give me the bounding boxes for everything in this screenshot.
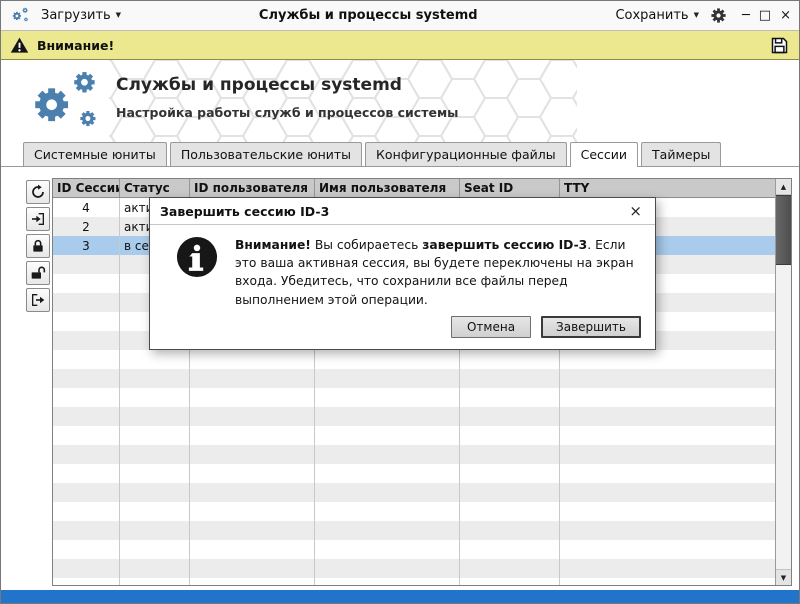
dialog-message-part: Вы собираетесь: [311, 238, 422, 252]
window-controls: ─ □ ×: [742, 9, 791, 22]
table-row-empty: [53, 521, 775, 540]
logout-icon: [30, 292, 46, 308]
scrollbar-thumb[interactable]: [776, 195, 791, 265]
dialog-titlebar: Завершить сессию ID-3 ×: [150, 198, 655, 225]
titlebar-left: Загрузить ▼: [9, 6, 125, 25]
titlebar: Загрузить ▼ Службы и процессы systemd Со…: [1, 1, 799, 31]
close-button[interactable]: ×: [780, 9, 791, 22]
dialog-message-part: Внимание!: [235, 238, 311, 252]
table-header-row: ID Сессии Статус ID пользователя Имя пол…: [53, 179, 775, 198]
tab-config-files[interactable]: Конфигурационные файлы: [365, 142, 567, 166]
warning-icon: [10, 36, 29, 55]
dialog-title: Завершить сессию ID-3: [160, 204, 329, 219]
tab-bar: Системные юниты Пользовательские юниты К…: [1, 142, 799, 167]
tab-system-units[interactable]: Системные юниты: [23, 142, 167, 166]
page-title: Службы и процессы systemd: [116, 75, 799, 95]
table-row-empty: [53, 540, 775, 559]
tab-timers[interactable]: Таймеры: [641, 142, 721, 166]
window-title: Службы и процессы systemd: [133, 8, 603, 23]
terminate-session-dialog: Завершить сессию ID-3 × Внимание! Вы соб…: [149, 197, 656, 350]
table-row-empty: [53, 369, 775, 388]
maximize-button[interactable]: □: [759, 9, 771, 22]
header-text: Службы и процессы systemd Настройка рабо…: [116, 60, 799, 120]
refresh-button[interactable]: [26, 180, 50, 204]
column-header-status: Статус: [120, 179, 190, 197]
lock-session-button[interactable]: [26, 234, 50, 258]
scroll-down-button[interactable]: ▼: [776, 569, 791, 585]
floppy-icon: [769, 35, 790, 56]
column-header-session-id: ID Сессии: [53, 179, 120, 197]
confirm-terminate-button[interactable]: Завершить: [541, 316, 641, 338]
table-row-empty: [53, 350, 775, 369]
refresh-icon: [30, 184, 46, 200]
app-logo-icon: [9, 6, 30, 25]
save-file-button[interactable]: [769, 35, 790, 56]
bottom-status-bar: [1, 590, 799, 603]
dialog-message-part: завершить сессию ID-3: [422, 238, 587, 252]
column-header-tty: TTY: [560, 179, 775, 197]
dialog-body: Внимание! Вы собираетесь завершить сесси…: [150, 225, 655, 313]
cancel-button[interactable]: Отмена: [451, 316, 531, 338]
activate-session-button[interactable]: [26, 207, 50, 231]
column-header-user-id: ID пользователя: [190, 179, 315, 197]
unlock-icon: [30, 265, 46, 281]
info-icon: [176, 236, 218, 278]
warning-label: Внимание!: [37, 38, 114, 53]
save-menu-label: Сохранить: [615, 8, 688, 23]
load-menu-label: Загрузить: [41, 8, 111, 23]
app-header: Службы и процессы systemd Настройка рабо…: [1, 60, 799, 142]
column-header-seat-id: Seat ID: [460, 179, 560, 197]
warning-bar: Внимание!: [1, 31, 799, 60]
save-menu-button[interactable]: Сохранить ▼: [611, 6, 703, 25]
app-window: Загрузить ▼ Службы и процессы systemd Со…: [0, 0, 800, 604]
settings-button[interactable]: [710, 7, 727, 24]
chevron-down-icon: ▼: [116, 12, 121, 19]
page-subtitle: Настройка работы служб и процессов систе…: [116, 105, 799, 120]
table-row-empty: [53, 426, 775, 445]
minimize-button[interactable]: ─: [742, 9, 750, 22]
table-row-empty: [53, 578, 775, 585]
dialog-actions: Отмена Завершить: [150, 313, 655, 349]
terminate-session-button[interactable]: [26, 288, 50, 312]
table-row-empty: [53, 502, 775, 521]
column-header-username: Имя пользователя: [315, 179, 460, 197]
vertical-scrollbar[interactable]: ▲ ▼: [775, 179, 791, 585]
tab-user-units[interactable]: Пользовательские юниты: [170, 142, 362, 166]
scroll-up-button[interactable]: ▲: [776, 179, 791, 195]
table-row-empty: [53, 445, 775, 464]
session-toolbar: [26, 178, 50, 586]
gear-icon: [710, 7, 727, 24]
table-row-empty: [53, 388, 775, 407]
unlock-session-button[interactable]: [26, 261, 50, 285]
lock-icon: [30, 238, 46, 254]
dialog-close-button[interactable]: ×: [626, 204, 645, 219]
tab-sessions[interactable]: Сессии: [570, 142, 638, 167]
login-icon: [30, 211, 46, 227]
load-menu-button[interactable]: Загрузить ▼: [37, 6, 125, 25]
table-row-empty: [53, 407, 775, 426]
table-row-empty: [53, 559, 775, 578]
titlebar-right: Сохранить ▼ ─ □ ×: [611, 6, 791, 25]
table-row-empty: [53, 483, 775, 502]
chevron-down-icon: ▼: [694, 12, 699, 19]
dialog-message: Внимание! Вы собираетесь завершить сесси…: [235, 236, 637, 309]
gears-logo-icon: [35, 72, 95, 126]
table-row-empty: [53, 464, 775, 483]
